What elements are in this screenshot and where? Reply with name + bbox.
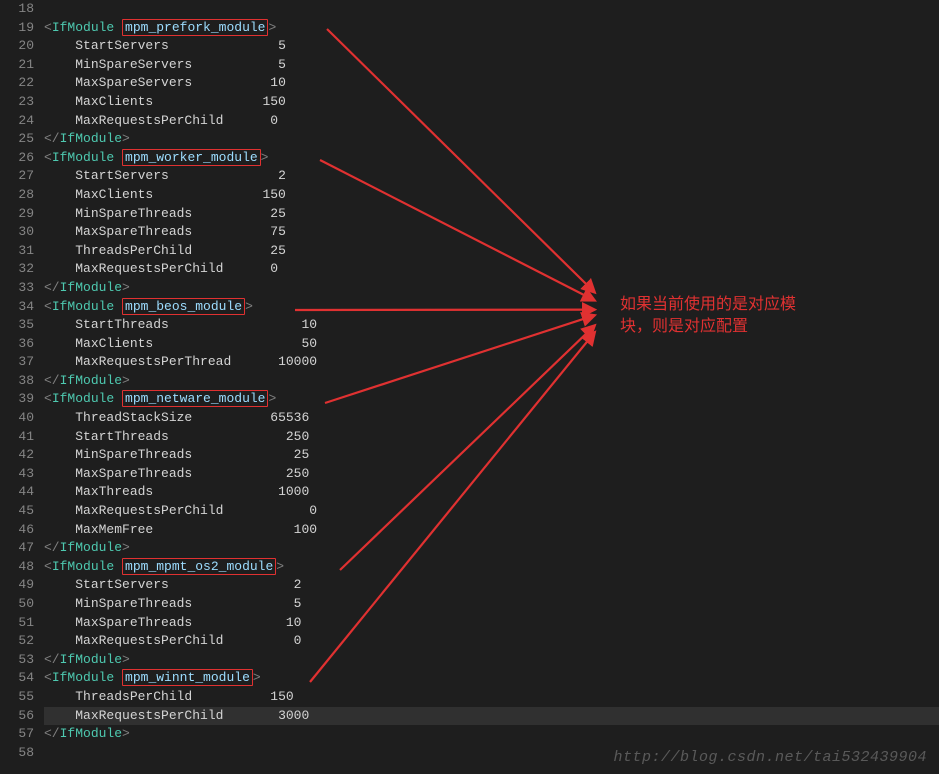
code-line: MaxRequestsPerChild 0 (44, 632, 939, 651)
code-line: MaxThreads 1000 (44, 483, 939, 502)
line-number: 20 (6, 37, 34, 56)
code-line: MaxClients 150 (44, 93, 939, 112)
code-line: MinSpareThreads 5 (44, 595, 939, 614)
code-line: MaxMemFree 100 (44, 521, 939, 540)
line-number: 24 (6, 112, 34, 131)
line-number: 50 (6, 595, 34, 614)
code-line: </IfModule> (44, 539, 939, 558)
code-line: MaxSpareThreads 250 (44, 465, 939, 484)
code-line: StartServers 2 (44, 167, 939, 186)
code-line: <IfModule mpm_worker_module> (44, 149, 939, 168)
line-number: 32 (6, 260, 34, 279)
line-number: 40 (6, 409, 34, 428)
line-number: 54 (6, 669, 34, 688)
code-line: ThreadsPerChild 150 (44, 688, 939, 707)
code-line: MaxClients 150 (44, 186, 939, 205)
code-line: MaxRequestsPerChild 0 (44, 112, 939, 131)
code-area[interactable]: <IfModule mpm_prefork_module> StartServe… (44, 0, 939, 774)
code-line: MaxRequestsPerChild 3000 (44, 707, 939, 726)
line-number: 53 (6, 651, 34, 670)
highlight-box: mpm_mpmt_os2_module (122, 558, 276, 575)
code-line: <IfModule mpm_winnt_module> (44, 669, 939, 688)
line-number: 46 (6, 521, 34, 540)
line-number: 33 (6, 279, 34, 298)
line-number: 38 (6, 372, 34, 391)
code-line: MaxSpareThreads 75 (44, 223, 939, 242)
line-number: 44 (6, 483, 34, 502)
code-line: MinSpareServers 5 (44, 56, 939, 75)
line-number-gutter: 1819202122232425262728293031323334353637… (0, 0, 44, 774)
code-line: </IfModule> (44, 130, 939, 149)
line-number: 39 (6, 390, 34, 409)
code-line: MaxSpareThreads 10 (44, 614, 939, 633)
highlight-box: mpm_netware_module (122, 390, 268, 407)
line-number: 57 (6, 725, 34, 744)
line-number: 49 (6, 576, 34, 595)
line-number: 41 (6, 428, 34, 447)
code-line: StartServers 5 (44, 37, 939, 56)
line-number: 27 (6, 167, 34, 186)
line-number: 19 (6, 19, 34, 38)
line-number: 51 (6, 614, 34, 633)
code-line: MaxRequestsPerThread 10000 (44, 353, 939, 372)
code-line (44, 0, 939, 19)
line-number: 47 (6, 539, 34, 558)
highlight-box: mpm_beos_module (122, 298, 245, 315)
line-number: 25 (6, 130, 34, 149)
code-line: StartServers 2 (44, 576, 939, 595)
code-line: <IfModule mpm_netware_module> (44, 390, 939, 409)
line-number: 52 (6, 632, 34, 651)
code-line: </IfModule> (44, 651, 939, 670)
code-line: </IfModule> (44, 372, 939, 391)
line-number: 26 (6, 149, 34, 168)
line-number: 29 (6, 205, 34, 224)
line-number: 28 (6, 186, 34, 205)
line-number: 43 (6, 465, 34, 484)
code-line: ThreadStackSize 65536 (44, 409, 939, 428)
line-number: 36 (6, 335, 34, 354)
highlight-box: mpm_prefork_module (122, 19, 268, 36)
line-number: 31 (6, 242, 34, 261)
line-number: 30 (6, 223, 34, 242)
watermark: http://blog.csdn.net/tai532439904 (613, 749, 927, 766)
line-number: 37 (6, 353, 34, 372)
code-line: </IfModule> (44, 725, 939, 744)
code-line: MaxRequestsPerChild 0 (44, 502, 939, 521)
line-number: 56 (6, 707, 34, 726)
line-number: 35 (6, 316, 34, 335)
code-line: StartThreads 250 (44, 428, 939, 447)
line-number: 22 (6, 74, 34, 93)
line-number: 34 (6, 298, 34, 317)
code-line: MinSpareThreads 25 (44, 205, 939, 224)
code-editor[interactable]: 1819202122232425262728293031323334353637… (0, 0, 939, 774)
line-number: 58 (6, 744, 34, 763)
line-number: 48 (6, 558, 34, 577)
code-line: MinSpareThreads 25 (44, 446, 939, 465)
annotation-line2: 块，则是对应配置 (620, 316, 820, 338)
code-line: MaxRequestsPerChild 0 (44, 260, 939, 279)
line-number: 18 (6, 0, 34, 19)
line-number: 45 (6, 502, 34, 521)
code-line: ThreadsPerChild 25 (44, 242, 939, 261)
code-line: <IfModule mpm_prefork_module> (44, 19, 939, 38)
line-number: 21 (6, 56, 34, 75)
annotation-text: 如果当前使用的是对应模 块，则是对应配置 (620, 294, 820, 338)
annotation-line1: 如果当前使用的是对应模 (620, 294, 820, 316)
line-number: 55 (6, 688, 34, 707)
highlight-box: mpm_worker_module (122, 149, 261, 166)
line-number: 23 (6, 93, 34, 112)
code-line: <IfModule mpm_mpmt_os2_module> (44, 558, 939, 577)
highlight-box: mpm_winnt_module (122, 669, 253, 686)
line-number: 42 (6, 446, 34, 465)
code-line: MaxSpareServers 10 (44, 74, 939, 93)
